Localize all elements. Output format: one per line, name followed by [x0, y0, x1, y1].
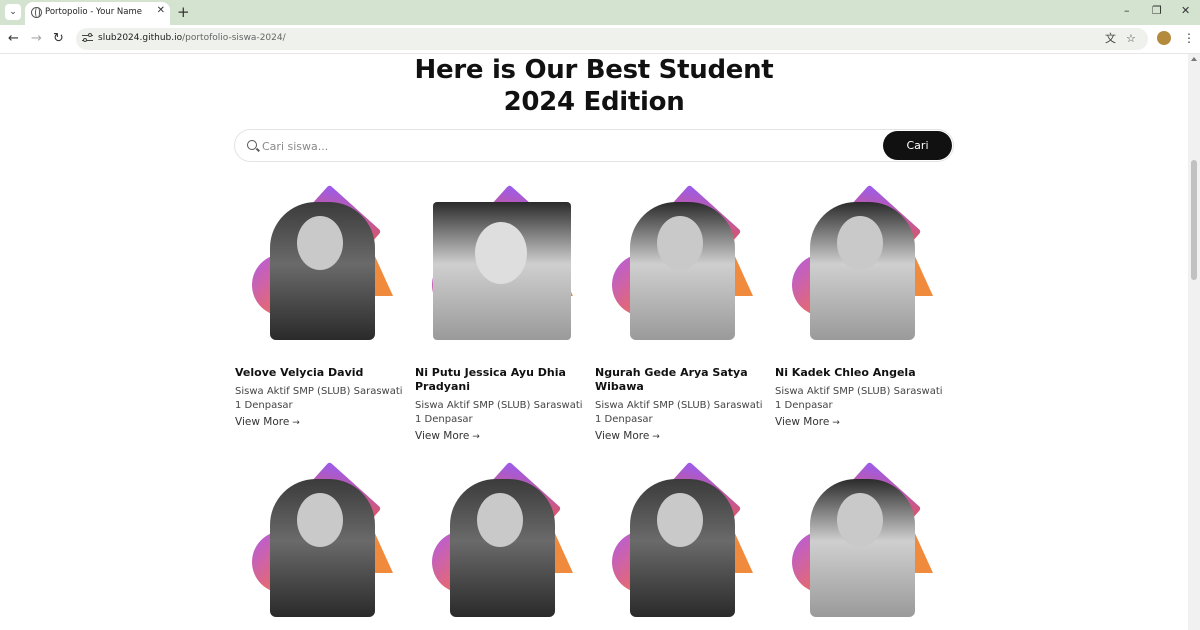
page-title: Here is Our Best Student 2024 Edition: [0, 54, 1188, 118]
search-input[interactable]: [262, 136, 862, 156]
tab-search-button[interactable]: ⌄: [5, 4, 21, 20]
url-text: slub2024.github.io/portofolio-siswa-2024…: [98, 33, 286, 43]
student-name: Ngurah Gede Arya Satya Wibawa: [595, 366, 748, 393]
student-description: Siswa Aktif SMP (SLUB) Saraswati 1 Denpa…: [235, 386, 403, 411]
view-more-link[interactable]: View More →: [415, 430, 480, 442]
page-scrollbar[interactable]: [1188, 54, 1200, 630]
back-icon[interactable]: ←: [8, 31, 19, 47]
minimize-icon[interactable]: –: [1124, 4, 1130, 18]
chevron-down-icon: ⌄: [9, 7, 17, 17]
student-description: Siswa Aktif SMP (SLUB) Saraswati 1 Denpa…: [415, 400, 583, 425]
forward-icon[interactable]: →: [31, 31, 42, 47]
student-photo[interactable]: [235, 461, 405, 623]
student-photo[interactable]: [775, 184, 945, 346]
close-tab-icon[interactable]: ✕: [157, 5, 165, 16]
search-icon: [247, 140, 257, 150]
address-bar[interactable]: slub2024.github.io/portofolio-siswa-2024…: [76, 28, 1148, 50]
student-description: Siswa Aktif SMP (SLUB) Saraswati 1 Denpa…: [595, 400, 763, 425]
page-title-line-2: 2024 Edition: [503, 87, 685, 117]
scrollbar-thumb[interactable]: [1191, 160, 1197, 280]
search-bar: Cari: [234, 129, 954, 162]
globe-icon: [31, 7, 42, 18]
bookmark-star-icon[interactable]: ☆: [1126, 32, 1136, 46]
view-more-label: View More: [595, 430, 650, 442]
student-name: Velove Velycia David: [235, 366, 364, 379]
arrow-right-icon: →: [652, 432, 660, 442]
tab-strip: ⌄ Portopolio - Your Name ✕ + – ❐ ✕: [0, 0, 1200, 25]
view-more-link[interactable]: View More →: [775, 416, 840, 428]
view-more-link[interactable]: View More →: [595, 430, 660, 442]
view-more-label: View More: [415, 430, 470, 442]
page-title-line-1: Here is Our Best Student: [414, 55, 774, 85]
student-photo[interactable]: [415, 184, 585, 346]
close-window-icon[interactable]: ✕: [1181, 4, 1190, 18]
view-more-label: View More: [235, 416, 290, 428]
profile-avatar[interactable]: [1157, 31, 1171, 45]
student-photo[interactable]: [235, 184, 405, 346]
restore-icon[interactable]: ❐: [1152, 4, 1162, 18]
url-host: slub2024.github.io: [98, 33, 183, 43]
view-more-link[interactable]: View More →: [235, 416, 300, 428]
scroll-up-icon[interactable]: [1191, 57, 1197, 61]
student-name: Ni Kadek Chleo Angela: [775, 366, 916, 379]
translate-icon[interactable]: 文: [1105, 32, 1116, 46]
student-photo[interactable]: [595, 461, 765, 623]
student-photo[interactable]: [775, 461, 945, 623]
reload-icon[interactable]: ↻: [53, 31, 64, 47]
site-settings-icon[interactable]: [82, 33, 93, 44]
view-more-label: View More: [775, 416, 830, 428]
url-path: /portofolio-siswa-2024/: [182, 33, 286, 43]
new-tab-icon[interactable]: +: [177, 3, 190, 21]
menu-kebab-icon[interactable]: ⋮: [1183, 30, 1195, 46]
page-viewport: Here is Our Best Student 2024 Edition Ca…: [0, 54, 1188, 630]
arrow-right-icon: →: [292, 418, 300, 428]
student-name: Ni Putu Jessica Ayu Dhia Pradyani: [415, 366, 566, 393]
student-photo[interactable]: [415, 461, 585, 623]
arrow-right-icon: →: [472, 432, 480, 442]
active-tab[interactable]: Portopolio - Your Name ✕: [25, 2, 170, 25]
arrow-right-icon: →: [832, 418, 840, 428]
tab-title: Portopolio - Your Name: [45, 7, 142, 17]
student-description: Siswa Aktif SMP (SLUB) Saraswati 1 Denpa…: [775, 386, 943, 411]
browser-toolbar: ← → ↻ slub2024.github.io/portofolio-sisw…: [0, 25, 1200, 54]
search-button[interactable]: Cari: [883, 131, 952, 160]
student-photo[interactable]: [595, 184, 765, 346]
